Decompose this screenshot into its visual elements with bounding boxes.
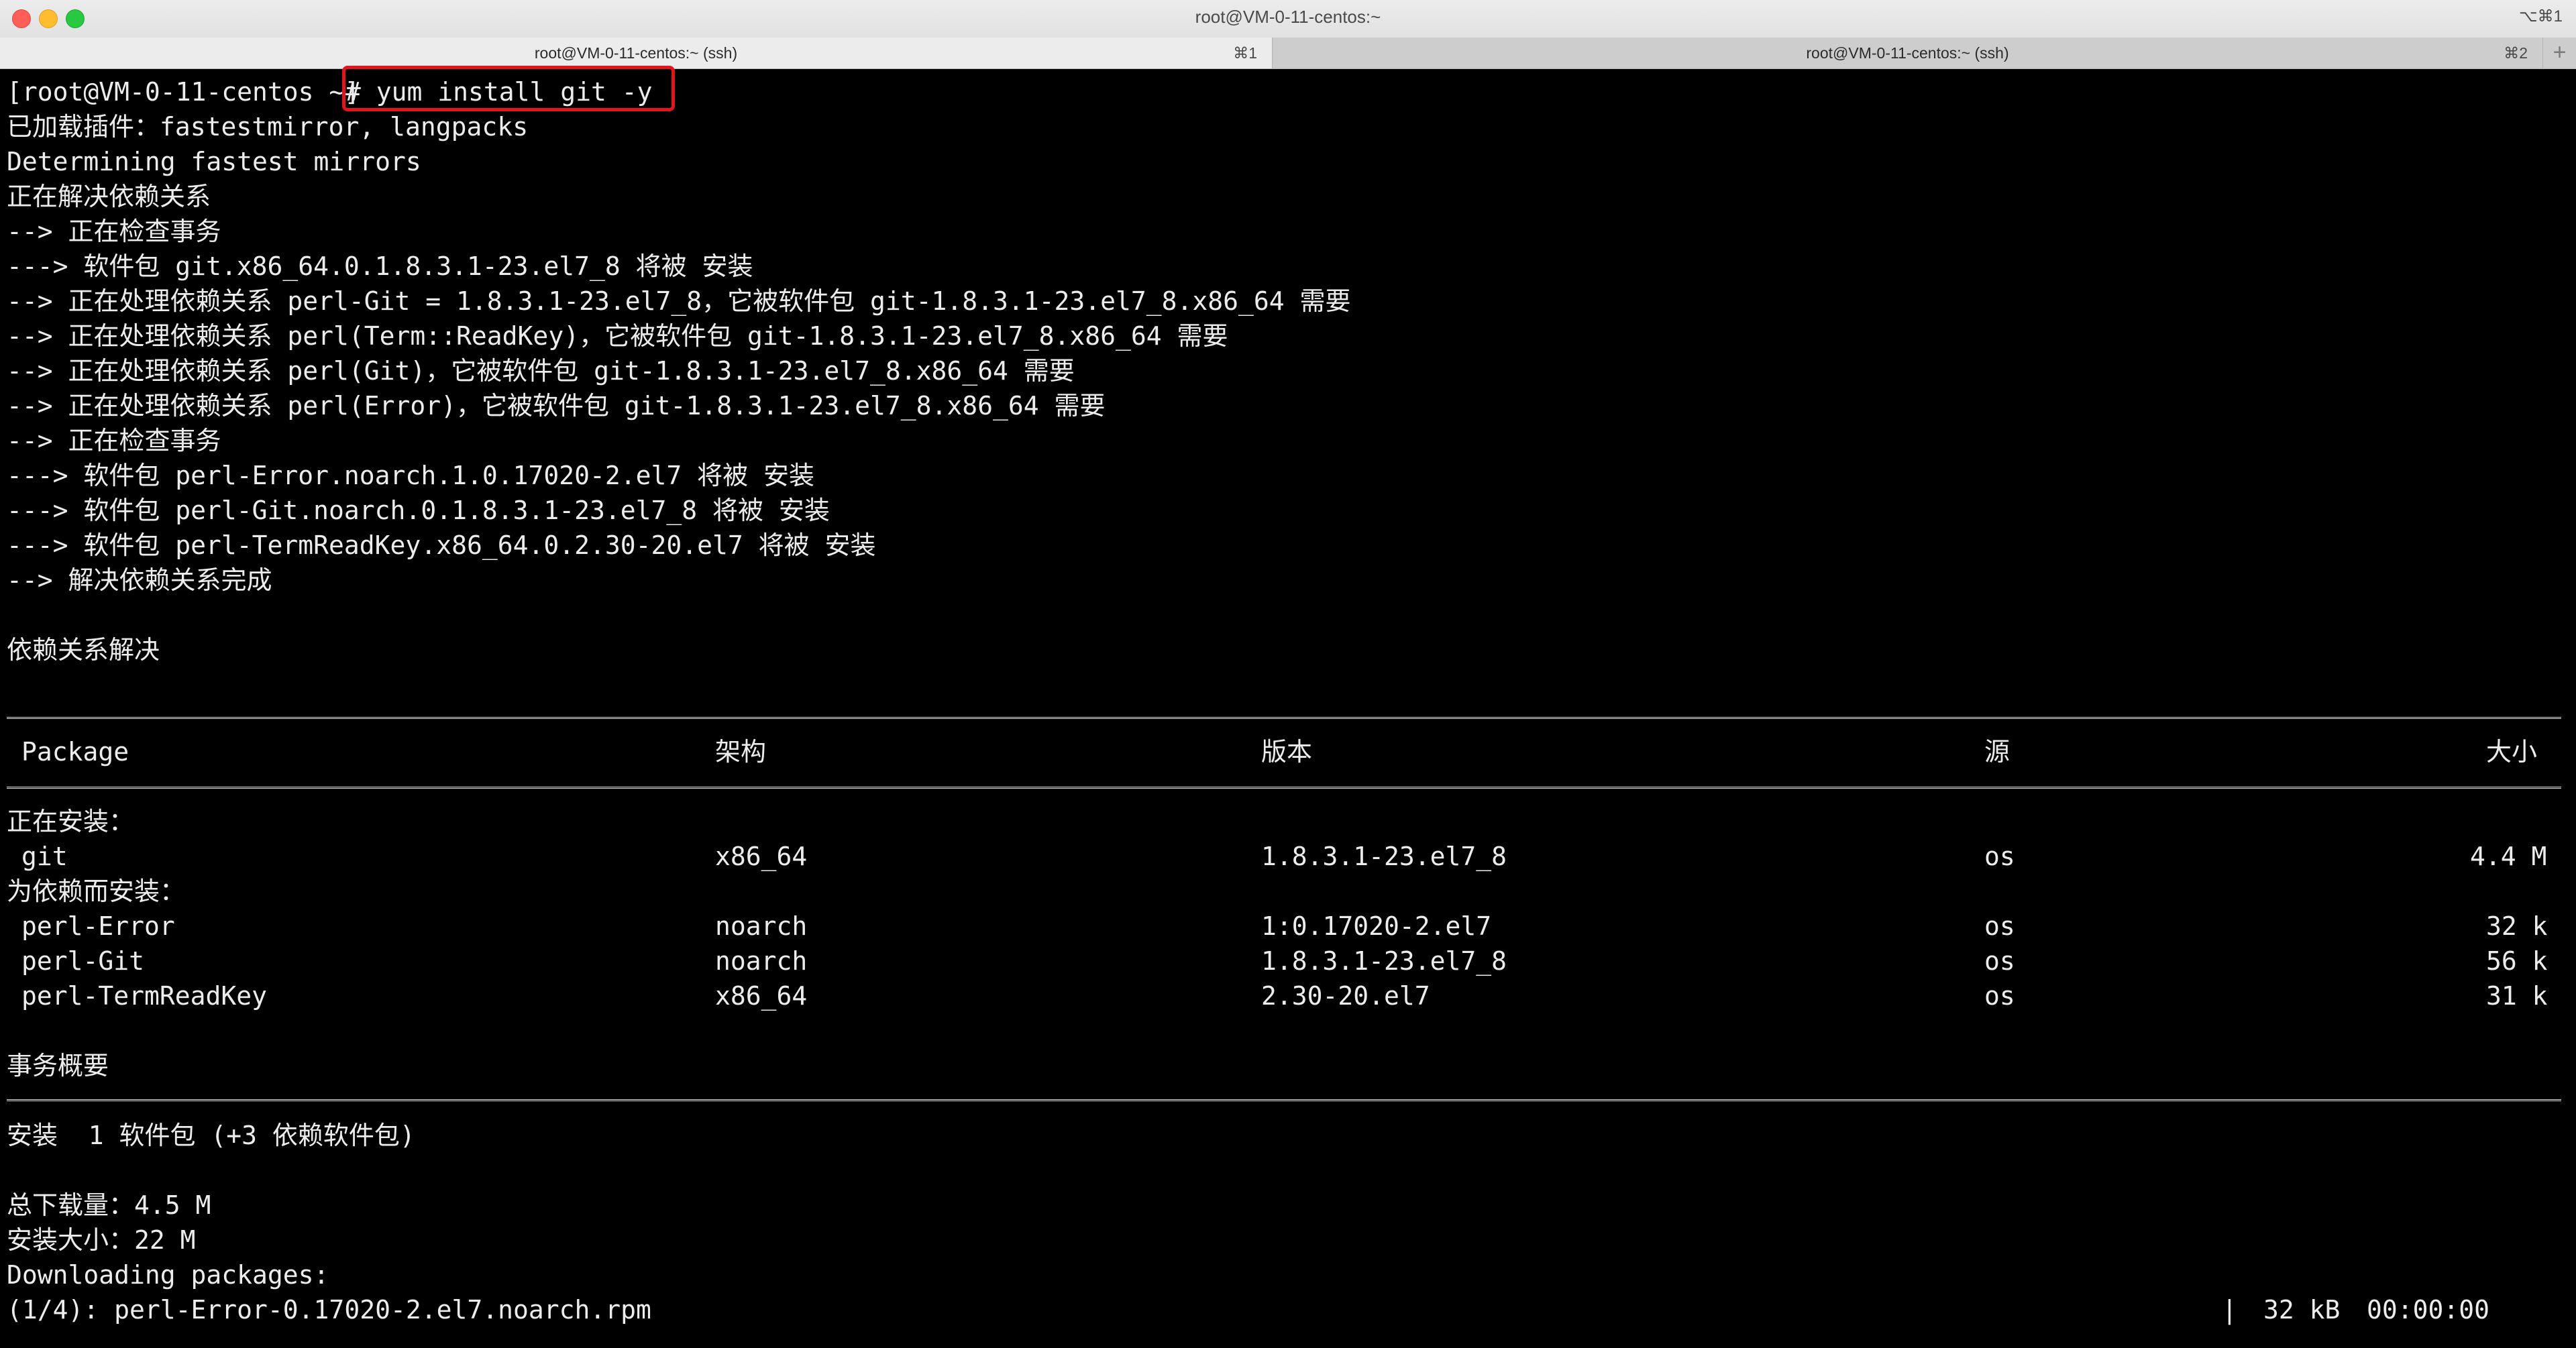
cell-arch: x86_64 <box>715 842 808 871</box>
cell-repo: os <box>1984 911 2015 941</box>
table-rule <box>7 787 2561 789</box>
cell-repo: os <box>1984 946 2015 976</box>
table-row: perl-Git noarch 1.8.3.1-23.el7_8 os 56 k <box>7 944 2548 978</box>
header-package: Package <box>21 737 129 767</box>
cell-package: perl-TermReadKey <box>21 981 268 1011</box>
cell-repo: os <box>1984 842 2015 871</box>
output-line: --> 正在处理依赖关系 perl(Error)，它被软件包 git-1.8.3… <box>7 391 1106 420</box>
tab-bar: root@VM-0-11-centos:~ (ssh) ⌘1 root@VM-0… <box>0 38 2576 69</box>
cell-arch: noarch <box>715 946 808 976</box>
shell-prompt: [root@VM-0-11-centos ~] <box>7 77 360 107</box>
output-line: --> 正在检查事务 <box>7 426 221 455</box>
installing-label: 正在安装： <box>7 807 135 836</box>
output-line: ---> 软件包 git.x86_64.0.1.8.3.1-23.el7_8 将… <box>7 251 753 281</box>
table-row: perl-Error noarch 1:0.17020-2.el7 os 32 … <box>7 909 2548 944</box>
total-download: 总下载量：4.5 M <box>7 1190 211 1220</box>
cell-package: git <box>21 842 68 871</box>
output-line: ---> 软件包 perl-Error.noarch.1.0.17020-2.e… <box>7 461 814 490</box>
new-tab-button[interactable]: + <box>2542 38 2576 68</box>
output-line: 已加载插件：fastestmirror, langpacks <box>7 112 529 142</box>
header-version: 版本 <box>1261 737 1313 767</box>
tab-ssh-1[interactable]: root@VM-0-11-centos:~ (ssh) ⌘1 <box>0 38 1272 68</box>
output-line: Determining fastest mirrors <box>7 147 421 176</box>
download-progress-line: (1/4): perl-Error-0.17020-2.el7.noarch.r… <box>7 1292 2489 1327</box>
header-repo: 源 <box>1984 737 2010 767</box>
cell-arch: noarch <box>715 911 808 941</box>
cell-version: 1:0.17020-2.el7 <box>1261 911 1492 941</box>
table-header: Package 架构 版本 源 大小 <box>7 734 2537 769</box>
downloading-line: Downloading packages: <box>7 1260 329 1290</box>
progress-time: 00:00:00 <box>2367 1295 2490 1325</box>
cell-version: 2.30-20.el7 <box>1261 981 1430 1011</box>
output-line: 正在解决依赖关系 <box>7 182 211 211</box>
window-shortcut: ⌥⌘1 <box>2518 7 2563 25</box>
summary-title: 事务概要 <box>7 1051 109 1080</box>
table-rule <box>7 717 2561 719</box>
cell-repo: os <box>1984 981 2015 1011</box>
deps-label: 为依赖而安装： <box>7 877 186 906</box>
prompt-line: [root@VM-0-11-centos ~] # yum install gi… <box>7 74 653 109</box>
output-line: --> 解决依赖关系完成 <box>7 565 272 595</box>
cell-package: perl-Git <box>21 946 145 976</box>
title-bar[interactable]: root@VM-0-11-centos:~ ⌥⌘1 <box>0 0 2576 38</box>
cell-size: 4.4 M <box>2470 842 2547 871</box>
table-row: perl-TermReadKey x86_64 2.30-20.el7 os 3… <box>7 978 2548 1013</box>
command-highlight-box <box>342 66 675 111</box>
progress-size: 32 kB <box>2263 1295 2341 1325</box>
tab-label: root@VM-0-11-centos:~ (ssh) <box>1806 44 2009 62</box>
tab-shortcut: ⌘2 <box>2504 44 2528 62</box>
cell-size: 56 k <box>2486 946 2548 976</box>
table-row: git x86_64 1.8.3.1-23.el7_8 os 4.4 M <box>7 839 2546 874</box>
tab-shortcut: ⌘1 <box>1233 44 1257 62</box>
resolved-line: 依赖关系解决 <box>7 635 160 665</box>
tab-label: root@VM-0-11-centos:~ (ssh) <box>534 44 738 62</box>
cell-version: 1.8.3.1-23.el7_8 <box>1261 842 1507 871</box>
cell-size: 32 k <box>2486 911 2548 941</box>
header-size: 大小 <box>2486 737 2538 767</box>
cell-package: perl-Error <box>21 911 175 941</box>
output-line: --> 正在检查事务 <box>7 217 221 246</box>
output-line: ---> 软件包 perl-Git.noarch.0.1.8.3.1-23.el… <box>7 496 830 525</box>
tab-ssh-2[interactable]: root@VM-0-11-centos:~ (ssh) ⌘2 <box>1272 38 2542 68</box>
terminal-window: root@VM-0-11-centos:~ ⌥⌘1 root@VM-0-11-c… <box>0 0 2576 1348</box>
cell-version: 1.8.3.1-23.el7_8 <box>1261 946 1507 976</box>
window-title: root@VM-0-11-centos:~ <box>1195 7 1381 27</box>
cell-size: 31 k <box>2486 981 2548 1011</box>
output-line: --> 正在处理依赖关系 perl-Git = 1.8.3.1-23.el7_8… <box>7 286 1351 316</box>
progress-file: (1/4): perl-Error-0.17020-2.el7.noarch.r… <box>7 1295 651 1325</box>
cell-arch: x86_64 <box>715 981 808 1011</box>
output-line: --> 正在处理依赖关系 perl(Git)，它被软件包 git-1.8.3.1… <box>7 356 1075 386</box>
install-size: 安装大小：22 M <box>7 1225 196 1255</box>
table-rule <box>7 1099 2561 1101</box>
summary-line: 安装 1 软件包 (+3 依赖软件包) <box>7 1121 415 1150</box>
header-arch: 架构 <box>715 737 767 767</box>
progress-separator: | <box>2222 1295 2237 1325</box>
output-line: --> 正在处理依赖关系 perl(Term::ReadKey)，它被软件包 g… <box>7 321 1228 351</box>
terminal-output[interactable]: [root@VM-0-11-centos ~] # yum install gi… <box>0 66 2576 1348</box>
output-line: ---> 软件包 perl-TermReadKey.x86_64.0.2.30-… <box>7 530 876 560</box>
